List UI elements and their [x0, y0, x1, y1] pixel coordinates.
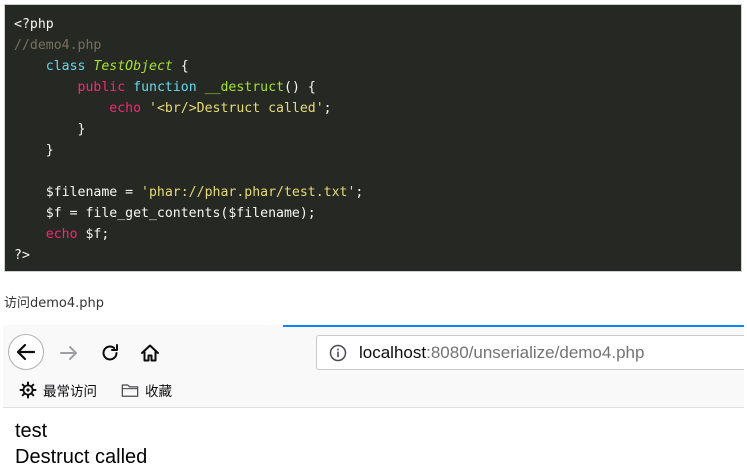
reload-button[interactable] [99, 342, 121, 364]
code-listing: <?php //demo4.php class TestObject { publ… [14, 14, 363, 266]
back-arrow-icon [16, 343, 36, 361]
code-line: <?php [14, 14, 363, 35]
code-token: echo [45, 227, 78, 242]
page-load-progress [283, 325, 744, 327]
code-line: //demo4.php [14, 35, 363, 56]
code-token: TestObject [93, 59, 173, 74]
home-icon [141, 344, 159, 362]
code-token: } [14, 143, 54, 158]
code-token: ; [355, 185, 364, 200]
url-host: localhost [359, 343, 427, 362]
code-line: $f = file_get_contents($filename); [14, 203, 363, 224]
folder-icon [121, 384, 139, 397]
home-button[interactable] [139, 342, 161, 364]
code-token: //demo4.php [14, 38, 102, 53]
code-line: } [14, 140, 363, 161]
code-line: echo '<br/>Destruct called'; [14, 98, 363, 119]
code-line: echo $f; [14, 224, 363, 245]
code-token: class [45, 59, 86, 74]
code-token: __destruct [204, 80, 285, 95]
browser-window: localhost:8080/unserialize/demo4.php 最常访… [3, 325, 744, 472]
code-token: public [77, 80, 126, 95]
code-token: ?> [14, 248, 30, 263]
code-token: ; [323, 101, 332, 116]
info-icon[interactable] [329, 344, 347, 362]
reload-icon [102, 344, 118, 361]
code-line: class TestObject { [14, 56, 363, 77]
gear-icon [19, 381, 37, 399]
code-token: { [172, 59, 189, 74]
code-token: } [14, 122, 86, 137]
code-token: function [133, 80, 197, 95]
caption: 访问demo4.php [4, 296, 105, 311]
code-token: echo [109, 101, 142, 116]
page-output: test Destruct called [15, 418, 147, 470]
code-line: $filename = 'phar://phar.phar/test.txt'; [14, 182, 364, 203]
code-token: 'phar://phar.phar/test.txt' [141, 185, 356, 200]
code-token: $f; [77, 227, 110, 242]
output-line: Destruct called [15, 446, 148, 468]
code-token: <?php [14, 17, 54, 32]
code-line: } [14, 119, 363, 140]
code-token: $filename = [14, 185, 142, 200]
url-path: :8080/unserialize/demo4.php [426, 343, 645, 362]
forward-arrow-icon [60, 346, 77, 360]
output-line: test [15, 420, 48, 442]
code-token: () { [284, 80, 316, 95]
code-token: '<br/>Destruct called' [149, 101, 324, 116]
address-bar[interactable]: localhost:8080/unserialize/demo4.php [316, 335, 744, 370]
browser-toolbar: localhost:8080/unserialize/demo4.php 最常访… [3, 325, 744, 408]
bookmark-label: 最常访问 [43, 384, 97, 400]
code-token: $f = file_get_contents($filename); [14, 206, 316, 221]
back-button[interactable] [8, 334, 44, 370]
code-line: public function __destruct() { [14, 77, 363, 98]
url-text[interactable]: localhost:8080/unserialize/demo4.php [359, 343, 644, 363]
code-block: <?php //demo4.php class TestObject { publ… [4, 4, 742, 272]
forward-button[interactable] [58, 342, 80, 364]
bookmark-label: 收藏 [145, 384, 172, 400]
code-line: ?> [14, 245, 363, 266]
